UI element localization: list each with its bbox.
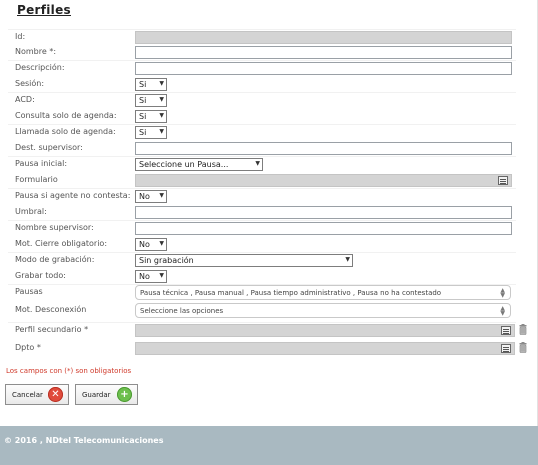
save-button-label: Guardar: [82, 391, 111, 399]
dest-supervisor-input[interactable]: [135, 142, 512, 155]
trash-icon[interactable]: [519, 324, 527, 335]
list-icon[interactable]: [501, 326, 511, 335]
consulta-agenda-value: Si: [139, 112, 147, 121]
row-llamada-agenda: Llamada solo de agenda: Si ▼: [0, 124, 538, 141]
id-field: [135, 31, 512, 44]
updown-arrow-icon: ▲ ▼: [500, 287, 505, 299]
save-button[interactable]: Guardar +: [75, 384, 138, 405]
dropdown-arrow-icon: ▼: [159, 112, 164, 119]
row-acd: ACD: Si ▼: [0, 92, 538, 109]
row-umbral: Umbral:: [0, 205, 538, 221]
dpto-label: Dpto *: [15, 343, 41, 352]
modo-grabacion-select[interactable]: Sin grabación ▼: [135, 254, 353, 267]
plus-circle-icon: +: [117, 387, 132, 402]
nombre-input[interactable]: [135, 46, 512, 59]
modo-grabacion-label: Modo de grabación:: [15, 255, 95, 264]
footer: © 2016 , NDtel Telecomunicaciones: [0, 426, 538, 465]
dropdown-arrow-icon: ▼: [345, 256, 350, 263]
close-circle-icon: ✕: [48, 387, 63, 402]
dropdown-arrow-icon: ▼: [159, 240, 164, 247]
row-pausa-no-contesta: Pausa si agente no contesta: No ▼: [0, 188, 538, 205]
dropdown-arrow-icon: ▼: [159, 272, 164, 279]
row-nombre: Nombre *:: [0, 45, 538, 61]
pausa-inicial-label: Pausa inicial:: [15, 159, 68, 168]
row-descripcion: Descripción:: [0, 60, 538, 77]
perfil-secundario-label: Perfil secundario *: [15, 325, 89, 334]
row-id: Id:: [0, 29, 538, 46]
list-icon[interactable]: [498, 176, 508, 185]
pausa-no-contesta-label: Pausa si agente no contesta:: [15, 191, 131, 200]
mot-cierre-label: Mot. Cierre obligatorio:: [15, 239, 108, 248]
acd-select[interactable]: Si ▼: [135, 94, 167, 107]
pausa-no-contesta-value: No: [139, 192, 150, 201]
dropdown-arrow-icon: ▼: [159, 128, 164, 135]
modo-grabacion-value: Sin grabación: [139, 256, 194, 265]
row-formulario: Formulario: [0, 173, 538, 189]
pausas-multiselect[interactable]: Pausa técnica , Pausa manual , Pausa tie…: [135, 285, 511, 300]
dropdown-arrow-icon: ▼: [255, 160, 260, 167]
pausas-label: Pausas: [15, 287, 43, 296]
sesion-label: Sesión:: [15, 79, 45, 88]
dropdown-arrow-icon: ▼: [159, 192, 164, 199]
updown-arrow-icon: ▲ ▼: [500, 305, 505, 317]
list-icon[interactable]: [501, 344, 511, 353]
sesion-select[interactable]: Si ▼: [135, 78, 167, 91]
row-dpto: Dpto *: [0, 341, 538, 357]
required-fields-note: Los campos con (*) son obligatorios: [6, 367, 132, 375]
pausa-no-contesta-select[interactable]: No ▼: [135, 190, 167, 203]
pausa-inicial-value: Seleccione un Pausa...: [139, 160, 229, 169]
row-perfil-secundario: Perfil secundario *: [0, 322, 538, 339]
cancel-button-label: Cancelar: [12, 391, 43, 399]
row-pausa-inicial: Pausa inicial: Seleccione un Pausa... ▼: [0, 156, 538, 173]
mot-desconexion-value: Seleccione las opciones: [140, 307, 224, 315]
llamada-agenda-label: Llamada solo de agenda:: [15, 127, 116, 136]
nombre-supervisor-label: Nombre supervisor:: [15, 223, 94, 232]
descripcion-label: Descripción:: [15, 63, 65, 72]
mot-desconexion-multiselect[interactable]: Seleccione las opciones ▲ ▼: [135, 303, 511, 318]
grabar-todo-select[interactable]: No ▼: [135, 270, 167, 283]
row-pausas: Pausas Pausa técnica , Pausa manual , Pa…: [0, 284, 538, 301]
dest-supervisor-label: Dest. supervisor:: [15, 143, 83, 152]
perfil-secundario-field: [135, 324, 515, 337]
dpto-field: [135, 342, 515, 355]
descripcion-input[interactable]: [135, 62, 512, 75]
formulario-field: [135, 174, 512, 187]
row-sesion: Sesión: Si ▼: [0, 77, 538, 93]
row-grabar-todo: Grabar todo: No ▼: [0, 269, 538, 285]
acd-label: ACD:: [15, 95, 35, 104]
umbral-input[interactable]: [135, 206, 512, 219]
row-nombre-supervisor: Nombre supervisor:: [0, 220, 538, 237]
nombre-supervisor-input[interactable]: [135, 222, 512, 235]
row-dest-supervisor: Dest. supervisor:: [0, 141, 538, 157]
mot-desconexion-label: Mot. Desconexión: [15, 305, 87, 314]
dropdown-arrow-icon: ▼: [159, 96, 164, 103]
footer-copyright: © 2016 , NDtel Telecomunicaciones: [4, 436, 164, 445]
umbral-label: Umbral:: [15, 207, 47, 216]
row-mot-cierre: Mot. Cierre obligatorio: No ▼: [0, 237, 538, 253]
grabar-todo-value: No: [139, 272, 150, 281]
trash-icon[interactable]: [519, 342, 527, 353]
page-title: Perfiles: [17, 3, 71, 17]
consulta-agenda-select[interactable]: Si ▼: [135, 110, 167, 123]
dropdown-arrow-icon: ▼: [159, 80, 164, 87]
cancel-button[interactable]: Cancelar ✕: [5, 384, 69, 405]
llamada-agenda-value: Si: [139, 128, 147, 137]
formulario-label: Formulario: [15, 175, 58, 184]
row-mot-desconexion: Mot. Desconexión Seleccione las opciones…: [0, 303, 538, 319]
id-label: Id:: [15, 32, 26, 41]
row-consulta-agenda: Consulta solo de agenda: Si ▼: [0, 109, 538, 125]
row-modo-grabacion: Modo de grabación: Sin grabación ▼: [0, 252, 538, 269]
acd-value: Si: [139, 96, 147, 105]
grabar-todo-label: Grabar todo:: [15, 271, 66, 280]
pausa-inicial-select[interactable]: Seleccione un Pausa... ▼: [135, 158, 263, 171]
llamada-agenda-select[interactable]: Si ▼: [135, 126, 167, 139]
sesion-value: Si: [139, 80, 147, 89]
nombre-label: Nombre *:: [15, 47, 57, 56]
consulta-agenda-label: Consulta solo de agenda:: [15, 111, 117, 120]
mot-cierre-value: No: [139, 240, 150, 249]
mot-cierre-select[interactable]: No ▼: [135, 238, 167, 251]
pausas-value: Pausa técnica , Pausa manual , Pausa tie…: [140, 289, 442, 297]
